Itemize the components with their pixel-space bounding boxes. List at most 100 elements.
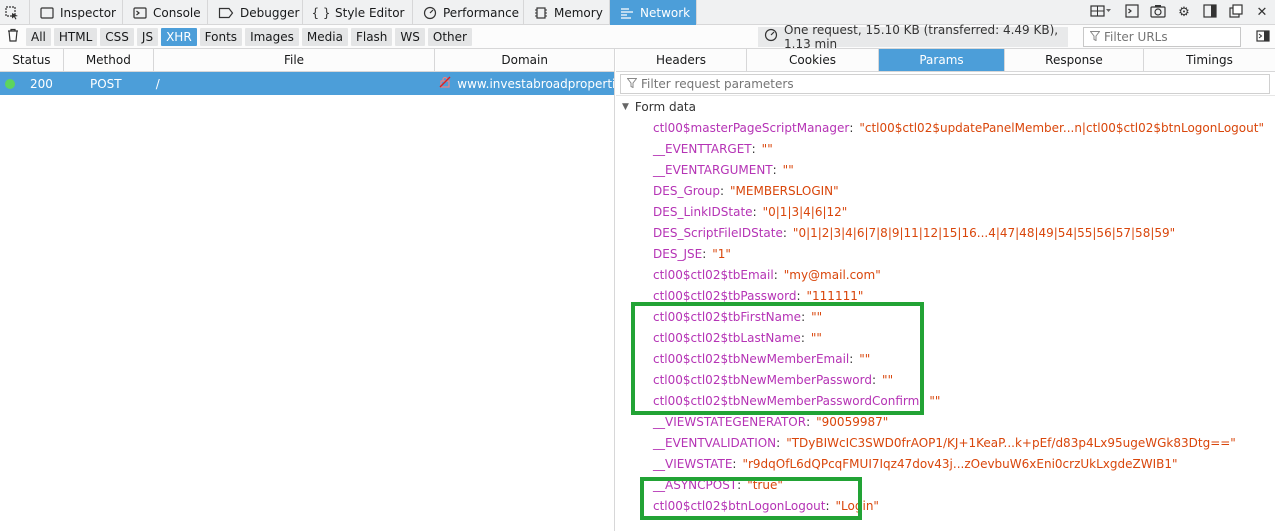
column-status[interactable]: Status bbox=[0, 49, 64, 71]
requests-summary[interactable]: One request, 15.10 KB (transferred: 4.49… bbox=[758, 23, 1068, 51]
table-row[interactable]: 200 POST / www.investabroadproperti... bbox=[0, 72, 614, 95]
param-value: "" bbox=[929, 393, 941, 408]
tab-network[interactable]: Network bbox=[610, 0, 697, 25]
clear-button[interactable] bbox=[0, 25, 26, 49]
summary-text: One request, 15.10 KB (transferred: 4.49… bbox=[784, 23, 1059, 51]
param-filter-row bbox=[616, 72, 1275, 96]
responsive-mode-button[interactable] bbox=[1083, 0, 1119, 25]
tab-memory[interactable]: Memory bbox=[524, 0, 610, 25]
dock-side-button[interactable] bbox=[1197, 0, 1223, 25]
tab-performance[interactable]: Performance bbox=[413, 0, 524, 25]
param-row: DES_Group: "MEMBERSLOGIN" bbox=[653, 183, 839, 198]
param-value: "ctl00$ctl02$updatePanelMember...n|ctl00… bbox=[859, 120, 1264, 135]
dock-side-icon bbox=[1203, 3, 1217, 22]
param-filter-input[interactable] bbox=[641, 76, 1241, 91]
undock-icon bbox=[1229, 3, 1243, 22]
param-row: __VIEWSTATE: "r9dqOfL6dQPcqFMUI7Iqz47dov4… bbox=[653, 456, 1178, 471]
filter-other[interactable]: Other bbox=[427, 27, 472, 46]
tab-label: Console bbox=[153, 5, 201, 20]
param-value: "TDyBIWcIC3SWD0frAOP1/KJ+1KeaP...k+pEf/d… bbox=[786, 435, 1236, 450]
expand-triangle-icon: ▼ bbox=[622, 101, 629, 112]
tab-label: Style Editor bbox=[335, 5, 405, 20]
tab-label: Inspector bbox=[60, 5, 116, 20]
settings-button[interactable]: ⚙ bbox=[1171, 0, 1197, 25]
tab-timings[interactable]: Timings bbox=[1144, 49, 1275, 71]
param-key: ctl00$ctl02$tbPassword bbox=[653, 288, 797, 303]
param-row: __EVENTARGUMENT: "" bbox=[653, 162, 794, 177]
tab-response[interactable]: Response bbox=[1005, 49, 1144, 71]
param-row: DES_JSE: "1" bbox=[653, 246, 731, 261]
filter-flash[interactable]: Flash bbox=[350, 27, 393, 46]
param-value: "0|1|3|4|6|12" bbox=[762, 204, 848, 219]
toggle-details-button[interactable] bbox=[1255, 29, 1271, 45]
column-method[interactable]: Method bbox=[64, 49, 154, 71]
insecure-connection-icon bbox=[439, 76, 451, 91]
tab-debugger[interactable]: Debugger bbox=[208, 0, 303, 25]
tab-label: Debugger bbox=[240, 5, 300, 20]
performance-icon bbox=[423, 6, 437, 20]
performance-analysis-icon bbox=[764, 28, 778, 46]
tab-headers[interactable]: Headers bbox=[616, 49, 747, 71]
column-domain[interactable]: Domain bbox=[435, 49, 614, 71]
param-key: DES_LinkIDState bbox=[653, 204, 753, 219]
tab-label: Network bbox=[640, 5, 691, 20]
scratchpad-button[interactable] bbox=[1119, 0, 1145, 25]
scratchpad-icon bbox=[1125, 3, 1139, 22]
param-value: "r9dqOfL6dQPcqFMUI7Iqz47dov43j...zOevbuW… bbox=[742, 456, 1178, 471]
filter-xhr[interactable]: XHR bbox=[161, 27, 197, 46]
filter-icon bbox=[1089, 30, 1101, 44]
highlight-box-new-member-fields bbox=[631, 302, 924, 415]
file-cell: / bbox=[155, 76, 160, 91]
filter-images[interactable]: Images bbox=[245, 27, 299, 46]
filter-all[interactable]: All bbox=[26, 27, 51, 46]
form-data-section-header[interactable]: ▼ Form data bbox=[616, 96, 1275, 117]
highlight-box-login-fields bbox=[640, 477, 862, 520]
param-key: __EVENTTARGET bbox=[653, 141, 752, 156]
tab-inspector[interactable]: Inspector bbox=[30, 0, 123, 25]
tab-params[interactable]: Params bbox=[879, 49, 1005, 71]
debugger-icon bbox=[218, 6, 234, 20]
param-value: "" bbox=[761, 141, 773, 156]
close-icon: ✕ bbox=[1256, 5, 1268, 20]
filter-urls-input[interactable] bbox=[1104, 30, 1234, 44]
param-row: __EVENTTARGET: "" bbox=[653, 141, 773, 156]
param-key: __VIEWSTATE bbox=[653, 456, 733, 471]
param-value: "MEMBERSLOGIN" bbox=[730, 183, 839, 198]
param-value: "" bbox=[782, 162, 794, 177]
tab-cookies[interactable]: Cookies bbox=[747, 49, 879, 71]
status-code: 200 bbox=[30, 76, 53, 91]
devtools-toolbar: Inspector Console Debugger { } Style Edi… bbox=[0, 0, 1275, 25]
close-toolbox-button[interactable]: ✕ bbox=[1249, 0, 1275, 25]
sidebar-toggle-icon bbox=[1256, 29, 1270, 45]
element-picker-icon bbox=[4, 5, 20, 20]
filter-js[interactable]: JS bbox=[136, 27, 159, 46]
tab-style-editor[interactable]: { } Style Editor bbox=[303, 0, 413, 25]
console-icon bbox=[133, 6, 147, 20]
element-picker-button[interactable] bbox=[0, 0, 30, 25]
filter-css[interactable]: CSS bbox=[100, 27, 134, 46]
column-file[interactable]: File bbox=[154, 49, 436, 71]
param-row: DES_ScriptFileIDState: "0|1|2|3|4|6|7|8|9… bbox=[653, 225, 1176, 240]
filter-media[interactable]: Media bbox=[301, 27, 348, 46]
details-panel: Headers Cookies Params Response Timings … bbox=[616, 49, 1275, 531]
param-value: "111111" bbox=[806, 288, 864, 303]
param-key: ctl00$ctl02$tbEmail bbox=[653, 267, 774, 282]
undock-button[interactable] bbox=[1223, 0, 1249, 25]
screenshot-button[interactable] bbox=[1145, 0, 1171, 25]
filter-html[interactable]: HTML bbox=[53, 27, 98, 46]
filter-fonts[interactable]: Fonts bbox=[199, 27, 243, 46]
filter-ws[interactable]: WS bbox=[395, 27, 425, 46]
network-icon bbox=[620, 6, 634, 20]
details-tabs: Headers Cookies Params Response Timings bbox=[616, 49, 1275, 72]
param-key: DES_Group bbox=[653, 183, 720, 198]
domain-cell: www.investabroadproperti... bbox=[435, 72, 614, 95]
param-row: __EVENTVALIDATION: "TDyBIWcIC3SWD0frAOP1/… bbox=[653, 435, 1236, 450]
param-key: DES_ScriptFileIDState bbox=[653, 225, 783, 240]
tab-label: Memory bbox=[554, 5, 603, 20]
param-value: "1" bbox=[712, 246, 731, 261]
layout-icon bbox=[1090, 4, 1112, 22]
filter-urls-box bbox=[1083, 27, 1241, 47]
param-key: ctl00$masterPageScriptManager bbox=[653, 120, 850, 135]
toolbar-actions: ⚙ ✕ bbox=[1083, 0, 1275, 25]
tab-console[interactable]: Console bbox=[123, 0, 208, 25]
